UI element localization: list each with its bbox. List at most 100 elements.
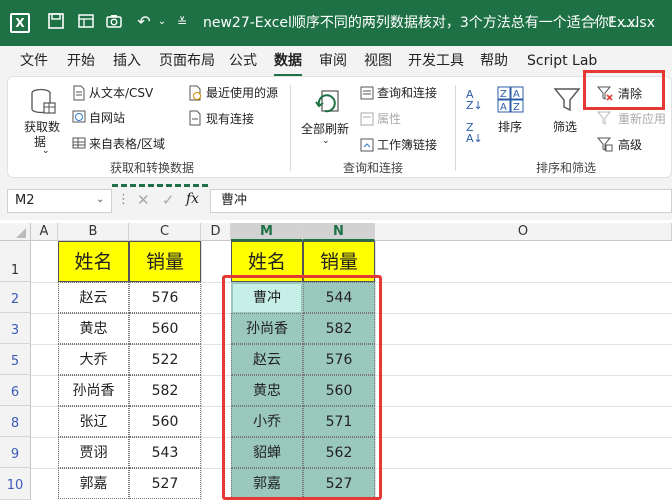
formula-bar: M2 ⌄ ⋮ ✕ ✓ fx 曹冲 — [0, 180, 672, 220]
refresh-icon[interactable] — [312, 87, 342, 117]
header-sales-cell[interactable]: 销量 — [129, 241, 201, 282]
tab-insert[interactable]: 插入 — [113, 52, 141, 70]
enter-icon[interactable]: ✓ — [162, 191, 175, 209]
row-header[interactable]: 1 — [0, 241, 31, 282]
table-cell[interactable]: 543 — [129, 437, 201, 468]
properties-button[interactable]: 属性 — [377, 111, 401, 127]
table-cell[interactable]: 郭嘉 — [58, 468, 129, 499]
queries-connections-icon — [360, 85, 374, 106]
window-title: new27-Excel顺序不同的两列数据核对，3个方法总有一个适合你！.xlsx — [203, 15, 655, 31]
from-web-button[interactable]: 自网站 — [89, 110, 125, 126]
tab-view[interactable]: 视图 — [364, 52, 392, 70]
table-cell[interactable]: 大乔 — [58, 344, 129, 375]
row-header[interactable]: 5 — [0, 344, 31, 375]
excel-logo-icon: X — [10, 13, 30, 33]
ribbon-divider — [290, 85, 291, 171]
row-header[interactable]: 10 — [0, 468, 31, 500]
filter-funnel-icon[interactable] — [552, 85, 582, 115]
ribbon-divider — [455, 85, 456, 171]
filter-button[interactable]: 筛选 — [553, 119, 577, 135]
customize-toolbar-icon[interactable]: ≚ — [172, 12, 192, 32]
title-bar: X ↶ ⌄ ≚ new27-Excel顺序不同的两列数据核对，3个方法总有一个适… — [0, 0, 672, 46]
sort-button[interactable]: 排序 — [498, 119, 522, 135]
ribbon-panel: 获取数 据 ⌄ 从文本/CSV 自网站 来自表格/区域 最近使用的源 现有连接 … — [7, 70, 672, 178]
tab-script-lab[interactable]: Script Lab — [527, 52, 597, 70]
sort-ascending-icon[interactable]: A Z↓ — [466, 89, 483, 111]
tab-help[interactable]: 帮助 — [480, 52, 508, 70]
from-text-csv-button[interactable]: 从文本/CSV — [89, 85, 153, 101]
table-icon[interactable] — [76, 12, 96, 32]
tab-data[interactable]: 数据 — [274, 52, 302, 77]
reapply-button[interactable]: 重新应用 — [618, 111, 666, 127]
ribbon: 获取数 据 ⌄ 从文本/CSV 自网站 来自表格/区域 最近使用的源 现有连接 … — [0, 70, 672, 180]
chevron-down-icon[interactable]: ⌄ — [96, 194, 104, 205]
insert-function-button[interactable]: fx — [186, 191, 199, 207]
row-header[interactable]: 8 — [0, 406, 31, 437]
advanced-filter-icon — [596, 136, 613, 157]
table-cell[interactable]: 黄忠 — [58, 313, 129, 344]
group-label-get-transform: 获取和转换数据 — [110, 161, 195, 175]
tab-home[interactable]: 开始 — [67, 52, 95, 70]
sort-descending-icon[interactable]: Z A↓ — [466, 122, 483, 144]
group-label-queries: 查询和连接 — [343, 161, 404, 175]
clear-highlight-box — [583, 70, 665, 110]
row-header[interactable]: 6 — [0, 375, 31, 406]
undo-icon[interactable]: ↶ — [134, 12, 154, 32]
from-table-range-button[interactable]: 来自表格/区域 — [89, 136, 165, 152]
chevron-down-icon: ⌄ — [322, 136, 330, 146]
table-range-icon — [72, 135, 86, 156]
table-cell[interactable]: 张辽 — [58, 406, 129, 437]
column-header-o[interactable]: O — [375, 223, 672, 241]
table-cell[interactable]: 576 — [129, 282, 201, 313]
table-cell[interactable]: 560 — [129, 406, 201, 437]
header-name-cell[interactable]: 姓名 — [58, 241, 129, 282]
table-cell[interactable]: 582 — [129, 375, 201, 406]
row-header[interactable]: 9 — [0, 437, 31, 468]
gridline — [201, 241, 202, 500]
menu-bar: 文件 开始 插入 页面布局 公式 数据 审阅 视图 开发工具 帮助 Script… — [0, 46, 672, 77]
worksheet-grid[interactable]: A B C D M N O 1 2 3 5 6 8 9 10 姓名 销量 赵云 … — [0, 220, 672, 500]
column-header-a[interactable]: A — [31, 223, 58, 241]
tab-file[interactable]: 文件 — [20, 52, 48, 70]
row-header[interactable]: 3 — [0, 313, 31, 344]
cancel-icon[interactable]: ✕ — [137, 191, 150, 209]
column-header-d[interactable]: D — [201, 223, 231, 241]
table-cell[interactable]: 贾诩 — [58, 437, 129, 468]
column-header-c[interactable]: C — [129, 223, 201, 241]
save-icon[interactable] — [46, 12, 66, 32]
title-separator: - — [592, 15, 598, 31]
column-header-n[interactable]: N — [303, 223, 375, 241]
svg-text:A: A — [500, 102, 507, 113]
tab-review[interactable]: 审阅 — [319, 52, 347, 70]
web-icon — [72, 109, 86, 130]
undo-dropdown-icon[interactable]: ⌄ — [152, 12, 172, 32]
tab-page-layout[interactable]: 页面布局 — [159, 52, 215, 70]
sort-icon[interactable]: ZAAZ — [496, 85, 526, 115]
workbook-links-button[interactable]: 工作簿链接 — [377, 137, 437, 153]
svg-text:Z: Z — [500, 89, 507, 100]
get-data-label-1[interactable]: 获取数 — [24, 119, 60, 135]
row-header[interactable]: 2 — [0, 282, 31, 313]
recent-sources-button[interactable]: 最近使用的源 — [206, 85, 278, 101]
camera-icon[interactable] — [104, 12, 124, 32]
svg-text:A: A — [513, 89, 520, 100]
tab-developer[interactable]: 开发工具 — [408, 52, 464, 70]
range-highlight-box — [222, 275, 382, 500]
column-header-m[interactable]: M — [231, 223, 303, 241]
table-cell[interactable]: 赵云 — [58, 282, 129, 313]
column-header-b[interactable]: B — [58, 223, 129, 241]
table-cell[interactable]: 522 — [129, 344, 201, 375]
advanced-button[interactable]: 高级 — [618, 137, 642, 153]
table-cell[interactable]: 560 — [129, 313, 201, 344]
existing-connections-button[interactable]: 现有连接 — [206, 111, 254, 127]
database-icon[interactable] — [28, 87, 58, 117]
table-cell[interactable]: 527 — [129, 468, 201, 499]
tab-formulas[interactable]: 公式 — [229, 52, 257, 70]
svg-text:Z: Z — [513, 102, 520, 113]
more-options-icon: ⋮ — [117, 192, 130, 207]
formula-input[interactable]: 曹冲 — [210, 189, 672, 213]
queries-connections-button[interactable]: 查询和连接 — [377, 85, 437, 101]
select-all-corner[interactable] — [0, 223, 31, 241]
properties-icon — [360, 111, 374, 132]
table-cell[interactable]: 孙尚香 — [58, 375, 129, 406]
